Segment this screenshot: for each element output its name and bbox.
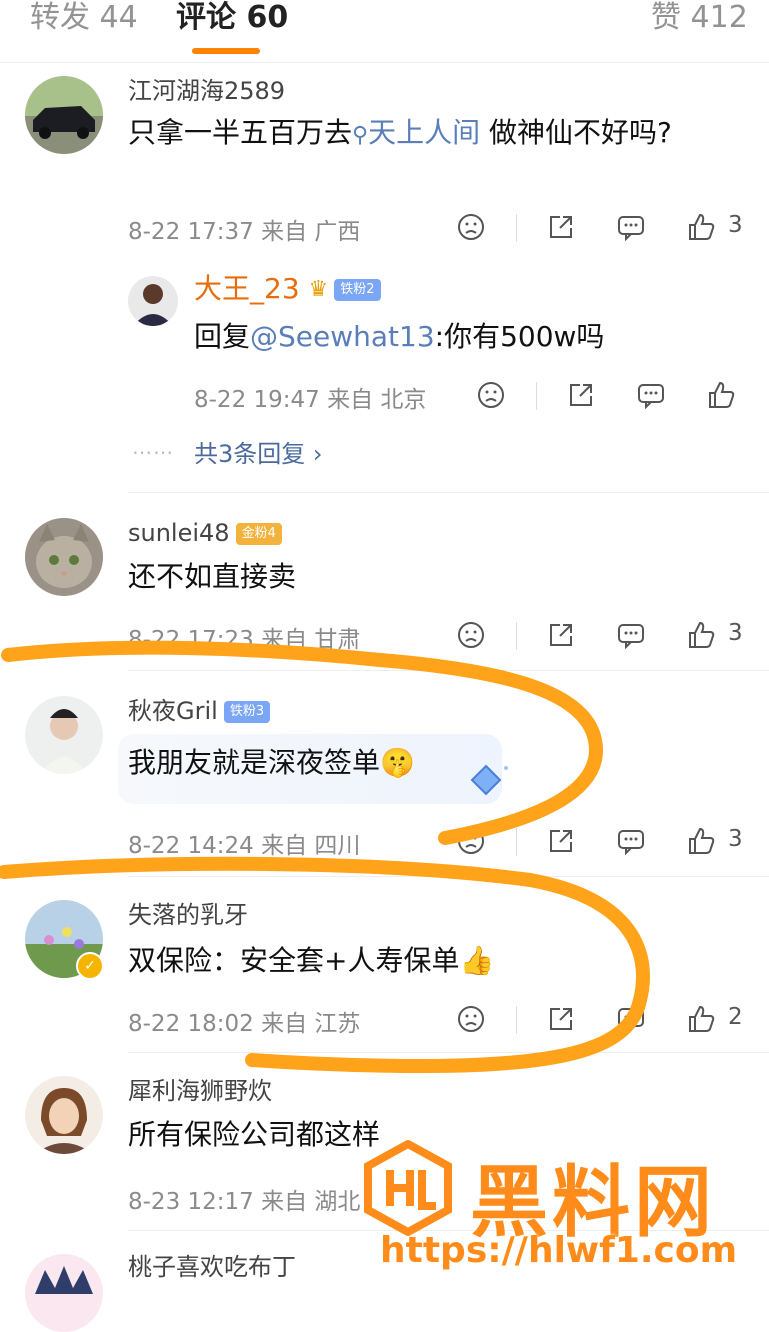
dislike-icon[interactable] bbox=[456, 212, 486, 242]
divider bbox=[536, 382, 537, 410]
share-icon[interactable] bbox=[546, 1004, 576, 1034]
like-icon[interactable] bbox=[686, 620, 716, 650]
tab-comments[interactable]: 评论 60 bbox=[176, 0, 288, 36]
like-icon[interactable] bbox=[686, 212, 716, 242]
username[interactable]: sunlei48 金粉4 bbox=[128, 518, 282, 548]
username-label: sunlei48 bbox=[128, 519, 230, 547]
divider bbox=[516, 214, 517, 242]
comment-text: 还不如直接卖 bbox=[128, 560, 297, 593]
comment-text: 只拿一半五百万去⚲天上人间 做神仙不好吗? bbox=[128, 112, 728, 157]
comment-meta: 8-22 14:24 来自 四川 bbox=[128, 833, 361, 859]
reply-prefix: 回复 bbox=[194, 320, 251, 353]
avatar[interactable] bbox=[25, 696, 103, 774]
search-icon: ⚲ bbox=[352, 123, 369, 148]
like-icon[interactable] bbox=[706, 380, 736, 410]
username-label: 大王_23 bbox=[194, 272, 300, 305]
divider bbox=[516, 1006, 517, 1034]
divider bbox=[128, 670, 769, 671]
comment-icon[interactable] bbox=[616, 212, 646, 242]
comment-text-part: 做神仙不好吗? bbox=[480, 116, 672, 149]
divider bbox=[128, 492, 769, 493]
tab-forward[interactable]: 转发 44 bbox=[30, 0, 138, 36]
username[interactable]: 失落的乳牙 bbox=[128, 900, 248, 930]
comment-meta: 8-22 17:23 来自 甘肃 bbox=[128, 627, 361, 653]
dislike-icon[interactable] bbox=[476, 380, 506, 410]
comment-icon[interactable] bbox=[616, 620, 646, 650]
like-count: 3 bbox=[728, 620, 743, 646]
comment-text-part: 只拿一半五百万去 bbox=[128, 116, 353, 149]
tab-likes[interactable]: 赞 412 bbox=[651, 0, 748, 36]
divider bbox=[128, 876, 769, 877]
username[interactable]: 大王_23 ♛ 铁粉2 bbox=[194, 274, 381, 305]
thread-dots: ⋯⋯ bbox=[132, 440, 174, 464]
username[interactable]: 江河湖海2589 bbox=[128, 76, 285, 106]
share-icon[interactable] bbox=[546, 212, 576, 242]
avatar[interactable] bbox=[25, 518, 103, 596]
like-count: 3 bbox=[728, 826, 743, 852]
username[interactable]: 犀利海狮野炊 bbox=[128, 1076, 272, 1106]
like-icon[interactable] bbox=[686, 826, 716, 856]
share-icon[interactable] bbox=[546, 620, 576, 650]
comment-icon[interactable] bbox=[616, 1004, 646, 1034]
dislike-icon[interactable] bbox=[456, 1004, 486, 1034]
comment-meta: 8-22 17:37 来自 广西 bbox=[128, 219, 361, 245]
comment-actions: 3 bbox=[456, 826, 756, 860]
username[interactable]: 秋夜Gril 铁粉3 bbox=[128, 696, 271, 726]
fan-badge: 金粉4 bbox=[235, 523, 282, 545]
watermark-url: https://hlwf1.com bbox=[380, 1230, 738, 1271]
verified-icon: ✓ bbox=[76, 952, 104, 980]
mention-link[interactable]: @Seewhat13 bbox=[250, 320, 435, 353]
comment-icon[interactable] bbox=[616, 826, 646, 856]
username[interactable]: 桃子喜欢吃布丁 bbox=[128, 1252, 296, 1282]
avatar[interactable] bbox=[25, 1254, 103, 1332]
avatar[interactable] bbox=[25, 1076, 103, 1154]
comment-tabs: 转发 44 评论 60 赞 412 bbox=[0, 0, 769, 63]
more-replies-link[interactable]: 共3条回复 › bbox=[194, 434, 323, 469]
divider bbox=[516, 828, 517, 856]
fan-badge: 铁粉3 bbox=[223, 701, 271, 723]
comment-icon[interactable] bbox=[636, 380, 666, 410]
watermark: 黑料网 https://hlwf1.com bbox=[360, 1140, 760, 1280]
divider bbox=[516, 622, 517, 650]
comment-actions: 3 bbox=[456, 212, 756, 246]
search-link[interactable]: ⚲天上人间 bbox=[352, 116, 480, 149]
comment-text: 双保险：安全套+人寿保单👍 bbox=[128, 944, 495, 977]
reply-text-part: :你有500w吗 bbox=[434, 320, 605, 353]
comment-actions: 2 bbox=[456, 1004, 756, 1038]
active-tab-indicator bbox=[192, 48, 260, 54]
diamond-icon bbox=[470, 764, 508, 796]
avatar[interactable] bbox=[25, 76, 103, 154]
dislike-icon[interactable] bbox=[456, 826, 486, 856]
comment-text: 我朋友就是深夜签单🤫 bbox=[128, 746, 415, 779]
reply-text: 回复@Seewhat13:你有500w吗 bbox=[194, 316, 769, 358]
fan-badge: 铁粉2 bbox=[334, 279, 381, 301]
like-count: 3 bbox=[728, 212, 743, 238]
avatar[interactable] bbox=[128, 276, 178, 326]
more-replies-label: 共3条回复 bbox=[194, 440, 306, 468]
comment-meta: 8-22 18:02 来自 江苏 bbox=[128, 1011, 361, 1037]
search-link-label: 天上人间 bbox=[368, 116, 481, 149]
comment-actions: 3 bbox=[456, 620, 756, 654]
comment-meta: 8-23 12:17 来自 湖北 bbox=[128, 1189, 361, 1215]
dislike-icon[interactable] bbox=[456, 620, 486, 650]
divider bbox=[128, 1052, 769, 1053]
share-icon[interactable] bbox=[566, 380, 596, 410]
chevron-right-icon: › bbox=[305, 440, 323, 468]
like-count: 2 bbox=[728, 1004, 743, 1030]
watermark-logo-icon bbox=[364, 1140, 452, 1236]
comment-actions bbox=[476, 380, 769, 414]
comment-meta: 8-22 19:47 来自 北京 bbox=[194, 387, 427, 413]
share-icon[interactable] bbox=[546, 826, 576, 856]
like-icon[interactable] bbox=[686, 1004, 716, 1034]
crown-icon: ♛ bbox=[308, 277, 329, 302]
username-label: 秋夜Gril bbox=[128, 697, 218, 725]
